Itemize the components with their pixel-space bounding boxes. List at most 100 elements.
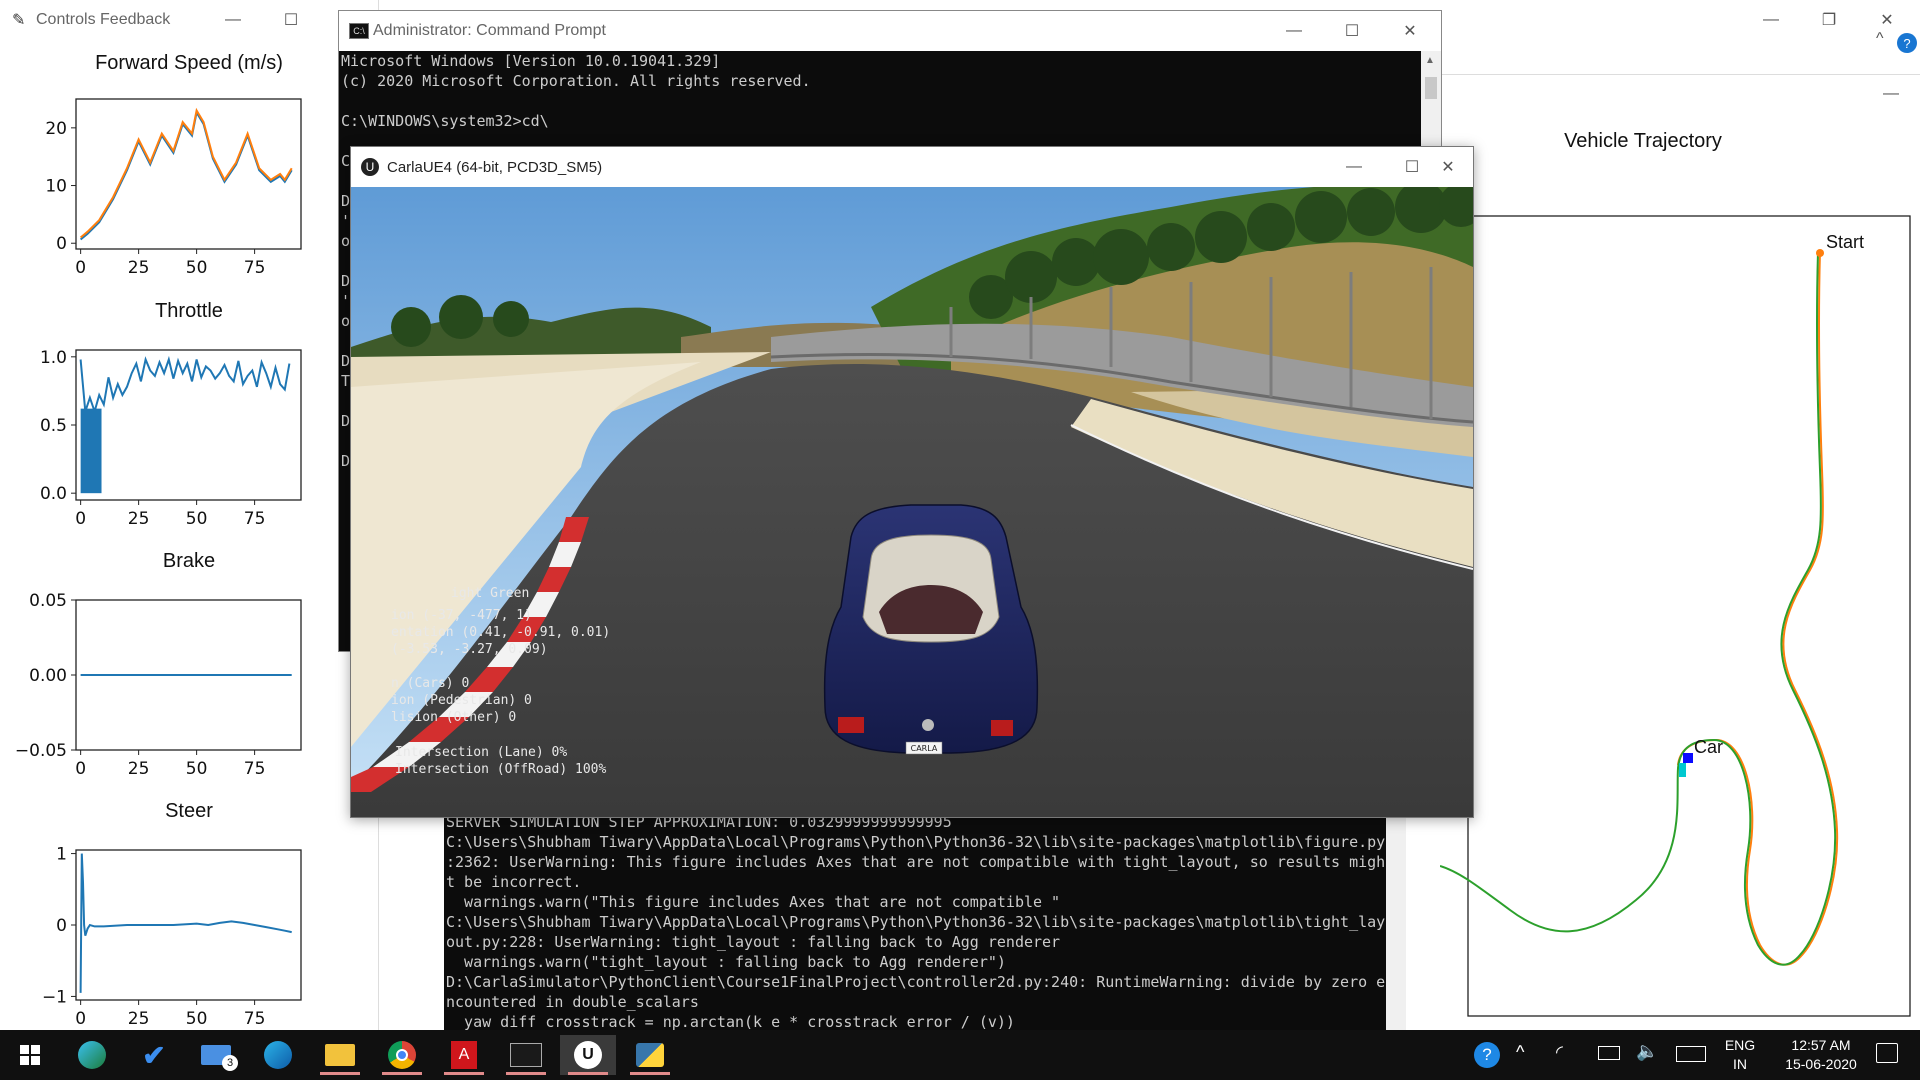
hud-intersection-lane: Intersection (Lane) 0% xyxy=(395,745,567,760)
file-explorer-button[interactable] xyxy=(312,1035,368,1075)
python-button[interactable] xyxy=(622,1035,678,1075)
car-marker-trail xyxy=(1679,763,1686,777)
terminal-scrollbar[interactable] xyxy=(1386,812,1406,1030)
hud-orientation: entation (0.41, -0.91, 0.01) xyxy=(391,625,610,640)
start-marker xyxy=(1816,249,1824,257)
edge-beta-button[interactable] xyxy=(250,1035,306,1075)
show-hidden-icons-chevron-icon[interactable]: ^ xyxy=(1516,1042,1524,1063)
wifi-icon[interactable]: ◜ xyxy=(1556,1042,1563,1063)
python-icon xyxy=(636,1043,664,1067)
edge-beta-icon xyxy=(264,1041,292,1069)
terminal-line: C:\Users\Shubham Tiwary\AppData\Local\Pr… xyxy=(446,833,1386,851)
start-label: Start xyxy=(1826,232,1864,252)
clock-time: 12:57 AM xyxy=(1791,1037,1851,1053)
terminal-line: (c) 2020 Microsoft Corporation. All righ… xyxy=(341,72,811,90)
simulation-viewport[interactable]: CARLA ight Green ion (-37, -477, 1) enta… xyxy=(351,187,1473,817)
cmd-taskbar-button[interactable] xyxy=(498,1035,554,1075)
controls-feedback-window: ✎ Controls Feedback — ☐ Forward Speed (m… xyxy=(0,0,379,1030)
trajectory-axes xyxy=(1467,215,1911,1017)
cmd-close-button[interactable]: ✕ xyxy=(1381,11,1439,51)
terminal-line: t be incorrect. xyxy=(446,873,582,891)
notifications-icon[interactable] xyxy=(1876,1043,1898,1063)
y-tick-label: 0.00 xyxy=(29,666,67,686)
car-marker xyxy=(1683,753,1693,763)
y-tick-label: 0 xyxy=(56,234,67,254)
terminal-line: warnings.warn("This figure includes Axes… xyxy=(446,893,1061,911)
terminal-icon xyxy=(510,1043,542,1067)
terminal-line: out.py:228: UserWarning: tight_layout : … xyxy=(446,933,1061,951)
windows-start-button[interactable] xyxy=(2,1035,58,1075)
license-plate: CARLA xyxy=(911,744,938,753)
y-tick-label: 20 xyxy=(45,119,67,139)
clock[interactable]: 12:57 AM 15-06-2020 xyxy=(1766,1036,1876,1074)
chrome-button[interactable] xyxy=(374,1035,430,1075)
x-tick-label: 75 xyxy=(244,258,266,278)
hud-collision-other: lision (Other) 0 xyxy=(391,710,516,725)
plot-axes xyxy=(75,349,302,501)
x-tick-label: 25 xyxy=(128,759,150,779)
x-tick-label: 75 xyxy=(244,759,266,779)
terminal-line: C:\WINDOWS\system32>cd\ xyxy=(341,112,549,130)
python-terminal-output[interactable]: SERVER SIMULATION STEP APPROXIMATION: 0.… xyxy=(444,812,1388,1030)
carla-window-title: CarlaUE4 (64-bit, PCD3D_SM5) xyxy=(387,159,603,176)
acrobat-button[interactable]: A xyxy=(436,1035,492,1075)
cmd-minimize-button[interactable]: — xyxy=(1265,11,1323,51)
terminal-line: :2362: UserWarning: This figure includes… xyxy=(446,853,1386,871)
cmd-titlebar: C:\ Administrator: Command Prompt — ☐ ✕ xyxy=(339,11,1441,51)
unreal-taskbar-button[interactable]: U xyxy=(560,1035,616,1075)
edge-button[interactable] xyxy=(64,1035,120,1075)
keyboard-icon[interactable] xyxy=(1676,1046,1706,1062)
x-tick-label: 50 xyxy=(186,258,208,278)
hud-location: ion (-37, -477, 1) xyxy=(391,608,532,623)
terminal-line: C:\Users\Shubham Tiwary\AppData\Local\Pr… xyxy=(446,913,1386,931)
hud-intersection-offroad: Intersection (OffRoad) 100% xyxy=(395,762,606,777)
clock-date: 15-06-2020 xyxy=(1785,1056,1857,1072)
x-tick-label: 25 xyxy=(128,258,150,278)
y-tick-label: 10 xyxy=(45,177,67,197)
volume-icon[interactable]: 🔈 xyxy=(1636,1041,1658,1062)
carla-close-button[interactable]: ✕ xyxy=(1419,147,1477,187)
mail-badge: 3 xyxy=(222,1055,238,1071)
y-tick-label: −1 xyxy=(42,987,67,1007)
terminal-line: ncountered in double_scalars xyxy=(446,993,699,1011)
cmd-window-title: Administrator: Command Prompt xyxy=(373,22,606,39)
x-tick-label: 50 xyxy=(186,1009,208,1029)
hud-acceleration: (-3.53, -3.27, 0.09) xyxy=(391,642,548,657)
terminal-line: warnings.warn("tight_layout : falling ba… xyxy=(446,953,1006,971)
help-tray-icon[interactable]: ? xyxy=(1474,1042,1500,1068)
throttle-fill-region xyxy=(80,408,102,494)
x-tick-label: 0 xyxy=(75,1009,86,1029)
car-vehicle: CARLA xyxy=(823,504,1039,755)
car-label: Car xyxy=(1694,737,1723,757)
mail-button[interactable]: 3 xyxy=(188,1035,244,1075)
controls-plots: 010200 25 50 750.00.51.00 25 50 75−0.050.000.0… xyxy=(15,98,302,1029)
x-tick-label: 50 xyxy=(186,509,208,529)
hud-traffic-light: ight Green xyxy=(451,586,529,601)
carla-titlebar: U CarlaUE4 (64-bit, PCD3D_SM5) — ☐ ✕ xyxy=(351,147,1473,187)
language-code: ENG xyxy=(1724,1037,1756,1053)
x-tick-label: 75 xyxy=(244,509,266,529)
cmd-scroll-thumb[interactable] xyxy=(1425,77,1437,99)
carla-minimize-button[interactable]: — xyxy=(1325,147,1383,187)
unreal-taskbar-icon: U xyxy=(574,1041,602,1069)
y-tick-label: 1.0 xyxy=(40,348,67,368)
x-tick-label: 0 xyxy=(75,759,86,779)
chrome-icon xyxy=(388,1041,416,1069)
y-tick-label: 0.5 xyxy=(40,416,67,436)
windows-icon xyxy=(20,1045,40,1065)
carla-window: U CarlaUE4 (64-bit, PCD3D_SM5) — ☐ ✕ CAR… xyxy=(350,146,1474,818)
hud-collision-cars: n (Cars) 0 xyxy=(391,676,469,691)
trajectory-window: — ❐ ✕ ^ ? — Vehicle Trajectory Start Car xyxy=(1440,0,1920,1030)
edge-icon xyxy=(78,1041,106,1069)
todo-button[interactable]: ✔ xyxy=(126,1035,182,1075)
taskbar: ✔ 3 A U ? ^ ◜ 🔈 ENG IN 12:57 AM 15-06-20… xyxy=(0,1030,1920,1080)
y-tick-label: 1 xyxy=(56,845,67,865)
language-indicator[interactable]: ENG IN xyxy=(1722,1036,1758,1074)
x-tick-label: 0 xyxy=(75,509,86,529)
x-tick-label: 0 xyxy=(75,258,86,278)
terminal-line: Microsoft Windows [Version 10.0.19041.32… xyxy=(341,52,721,70)
battery-icon[interactable] xyxy=(1598,1046,1620,1060)
x-tick-label: 50 xyxy=(186,759,208,779)
cmd-maximize-button[interactable]: ☐ xyxy=(1323,11,1381,51)
